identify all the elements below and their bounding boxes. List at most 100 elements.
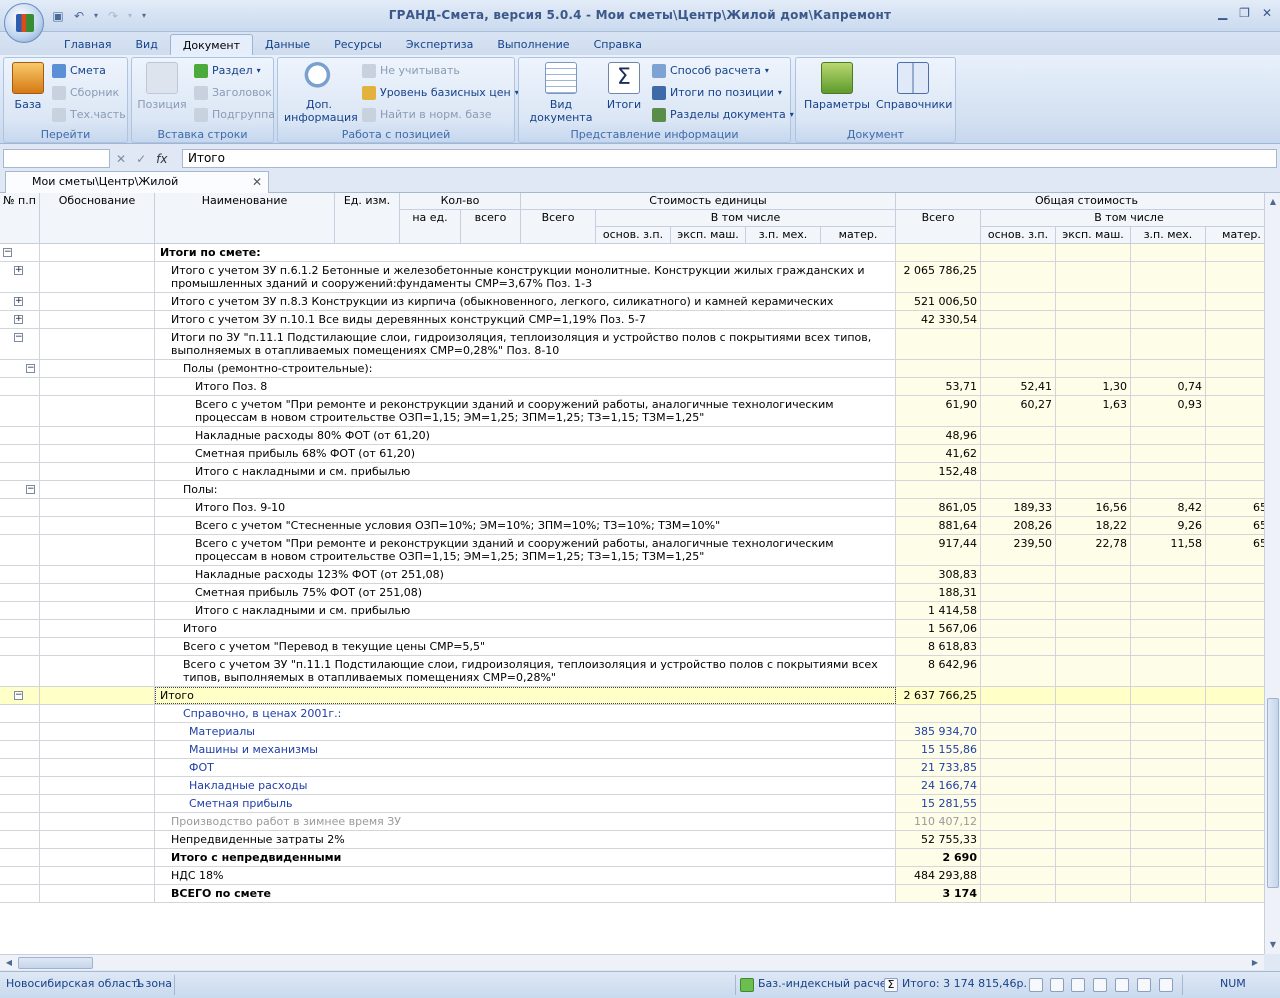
cell-npp[interactable] <box>0 445 40 462</box>
cell-osn[interactable] <box>981 602 1056 619</box>
status-calc-mode[interactable]: Баз.-индексный расчет <box>758 977 893 990</box>
cell-osn[interactable] <box>981 360 1056 377</box>
cell-name[interactable]: Накладные расходы 123% ФОТ (от 251,08) <box>155 566 896 583</box>
cell-name[interactable]: Всего с учетом "При ремонте и реконструк… <box>155 535 896 565</box>
ne-uchityvat-button[interactable]: Не учитывать <box>362 62 460 80</box>
view-resources-icon[interactable] <box>1071 978 1085 992</box>
cell-osn[interactable] <box>981 705 1056 722</box>
expand-icon[interactable]: + <box>14 315 23 324</box>
cell-mat[interactable]: 655 <box>1206 517 1264 534</box>
cell-name[interactable]: Всего с учетом ЗУ "п.11.1 Подстилающие с… <box>155 656 896 686</box>
cell-obosn[interactable] <box>40 705 155 722</box>
zagolovok-button[interactable]: Заголовок <box>194 84 272 102</box>
view-print-icon[interactable] <box>1093 978 1107 992</box>
cell-npp[interactable] <box>0 427 40 444</box>
undo-dropdown-icon[interactable]: ▾ <box>92 8 100 24</box>
save-icon[interactable]: ▣ <box>50 8 66 24</box>
cell-eksp[interactable] <box>1056 329 1131 359</box>
find-in-norm-base-button[interactable]: Найти в норм. базе <box>362 106 492 124</box>
cell-zpm[interactable] <box>1131 795 1206 812</box>
table-row[interactable]: Полы: − <box>0 481 1264 499</box>
cell-npp[interactable] <box>0 566 40 583</box>
cell-obosn[interactable] <box>40 262 155 292</box>
cell-osn[interactable] <box>981 759 1056 776</box>
cell-eksp[interactable] <box>1056 849 1131 866</box>
razdel-button[interactable]: Раздел ▾ <box>194 62 261 80</box>
cell-mat[interactable] <box>1206 759 1264 776</box>
cell-mat[interactable] <box>1206 885 1264 902</box>
cell-npp[interactable] <box>0 759 40 776</box>
cell-name[interactable]: Итоги по смете: <box>155 244 896 261</box>
document-tab[interactable]: Мои сметы\Центр\Жилой дом\Капремонт ✕ <box>5 171 269 208</box>
cell-name[interactable]: Итого Поз. 9-10 <box>155 499 896 516</box>
cell-obosn[interactable] <box>40 584 155 601</box>
cell-eksp[interactable] <box>1056 705 1131 722</box>
header-stoim-ed[interactable]: Стоимость единицы <box>521 193 896 210</box>
cell-osn[interactable] <box>981 293 1056 310</box>
cell-zpm[interactable] <box>1131 360 1206 377</box>
cell-eksp[interactable] <box>1056 638 1131 655</box>
cell-mat[interactable] <box>1206 378 1264 395</box>
expand-icon[interactable]: + <box>14 266 23 275</box>
table-row[interactable]: Накладные расходы 24 166,74 <box>0 777 1264 795</box>
cell-npp[interactable] <box>0 741 40 758</box>
cell-osn[interactable]: 52,41 <box>981 378 1056 395</box>
cell-zpm[interactable] <box>1131 463 1206 480</box>
base-price-level-button[interactable]: Уровень базисных цен ▾ <box>362 84 519 102</box>
redo-dropdown-icon[interactable]: ▾ <box>126 8 134 24</box>
cell-obosn[interactable] <box>40 849 155 866</box>
close-tab-icon[interactable]: ✕ <box>252 172 262 192</box>
tab-spravka[interactable]: Справка <box>582 34 654 56</box>
table-row[interactable]: Итого Поз. 8 53,71 52,41 1,30 0,74 <box>0 378 1264 396</box>
cell-total[interactable]: 21 733,85 <box>896 759 981 776</box>
cell-eksp[interactable] <box>1056 566 1131 583</box>
cell-npp[interactable] <box>0 584 40 601</box>
table-row[interactable]: Машины и механизмы 15 155,86 <box>0 741 1264 759</box>
cell-zpm[interactable] <box>1131 741 1206 758</box>
cell-name[interactable]: Итого с непредвиденными <box>155 849 896 866</box>
cell-osn[interactable] <box>981 741 1056 758</box>
header-unit-osn[interactable]: основ. з.п. <box>596 227 671 244</box>
calc-method-button[interactable]: Способ расчета ▾ <box>652 62 769 80</box>
cell-name[interactable]: Полы: <box>155 481 896 498</box>
vertical-scrollbar[interactable]: ▲ ▼ <box>1264 193 1280 954</box>
doc-sections-button[interactable]: Разделы документа ▾ <box>652 106 794 124</box>
cell-osn[interactable] <box>981 831 1056 848</box>
cell-name[interactable]: Накладные расходы 80% ФОТ (от 61,20) <box>155 427 896 444</box>
cell-zpm[interactable] <box>1131 885 1206 902</box>
header-naimenovanie[interactable]: Наименование <box>155 193 335 244</box>
collapse-icon[interactable]: − <box>26 485 35 494</box>
cell-eksp[interactable] <box>1056 360 1131 377</box>
cell-mat[interactable] <box>1206 481 1264 498</box>
cell-osn[interactable] <box>981 311 1056 328</box>
cell-mat[interactable] <box>1206 705 1264 722</box>
cell-obosn[interactable] <box>40 244 155 261</box>
cell-eksp[interactable]: 1,63 <box>1056 396 1131 426</box>
cell-eksp[interactable] <box>1056 584 1131 601</box>
cell-total[interactable] <box>896 360 981 377</box>
cell-total[interactable]: 24 166,74 <box>896 777 981 794</box>
cell-osn[interactable] <box>981 620 1056 637</box>
cell-total[interactable]: 42 330,54 <box>896 311 981 328</box>
cell-total[interactable]: 188,31 <box>896 584 981 601</box>
cell-obosn[interactable] <box>40 687 155 704</box>
cell-obosn[interactable] <box>40 329 155 359</box>
confirm-icon[interactable]: ✓ <box>136 152 146 166</box>
cell-total[interactable]: 2 690 521,58 <box>896 849 981 866</box>
cell-obosn[interactable] <box>40 867 155 884</box>
header-kolvo[interactable]: Кол-во <box>400 193 521 210</box>
cell-mat[interactable] <box>1206 602 1264 619</box>
tab-vid[interactable]: Вид <box>124 34 170 56</box>
header-total-zpmeh[interactable]: з.п. мех. <box>1131 227 1206 244</box>
cell-eksp[interactable] <box>1056 311 1131 328</box>
cell-osn[interactable] <box>981 481 1056 498</box>
cell-npp[interactable] <box>0 795 40 812</box>
table-row[interactable]: Накладные расходы 123% ФОТ (от 251,08) 30… <box>0 566 1264 584</box>
tech-part-button[interactable]: Тех.часть <box>52 106 126 124</box>
table-row[interactable]: Итого с учетом ЗУ п.6.1.2 Бетонные и жел… <box>0 262 1264 293</box>
header-unit-v-tom-chisle[interactable]: В том числе <box>596 210 896 227</box>
cell-zpm[interactable] <box>1131 620 1206 637</box>
view-export-icon[interactable] <box>1115 978 1129 992</box>
cell-zpm[interactable] <box>1131 831 1206 848</box>
cell-mat[interactable] <box>1206 741 1264 758</box>
